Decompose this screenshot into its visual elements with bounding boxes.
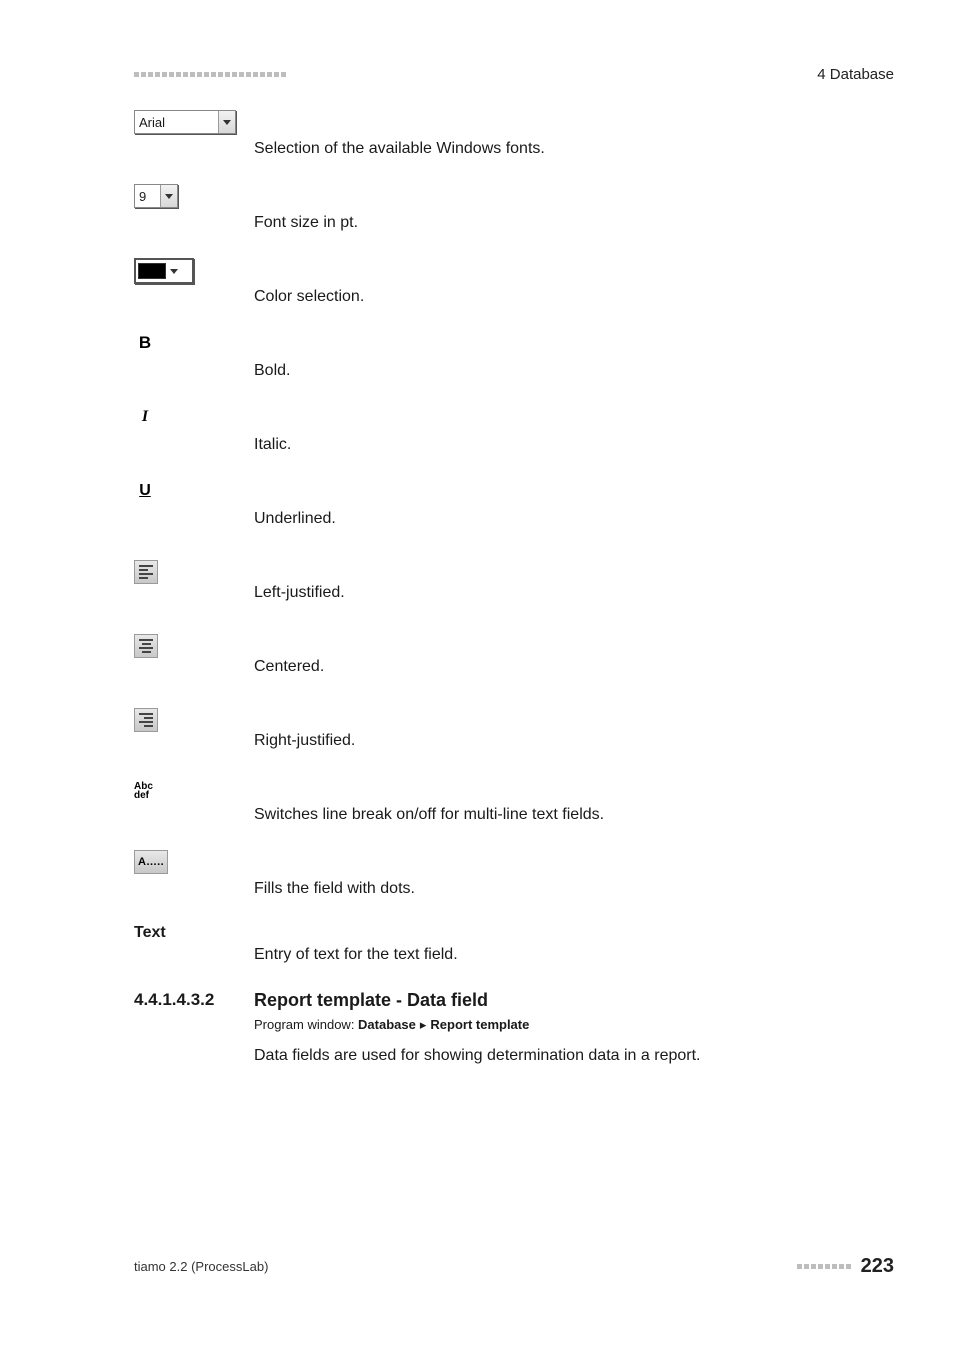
bold-icon: B — [139, 333, 151, 353]
bold-description: Bold. — [254, 332, 894, 380]
section-caption: Program window: Database▸Report template — [254, 1017, 894, 1033]
align-center-description: Centered. — [254, 628, 894, 676]
align-left-button[interactable] — [134, 560, 158, 584]
align-center-button[interactable] — [134, 634, 158, 658]
underline-icon: U — [139, 482, 151, 500]
text-field-description: Entry of text for the text field. — [254, 924, 894, 964]
text-field-label: Text — [134, 924, 166, 941]
dropdown-arrow-icon — [166, 260, 182, 282]
font-color-description: Color selection. — [254, 258, 894, 306]
fill-dots-icon: A..... — [138, 856, 164, 868]
section-number: 4.4.1.4.3.2 — [134, 990, 254, 1011]
color-swatch-icon — [138, 263, 166, 279]
font-size-dropdown[interactable]: 9 — [134, 184, 178, 208]
underline-description: Underlined. — [254, 480, 894, 528]
underline-button[interactable]: U — [134, 480, 156, 502]
align-center-icon — [139, 639, 153, 653]
chapter-title: 4 Database — [817, 66, 894, 83]
fill-dots-description: Fills the field with dots. — [254, 850, 894, 898]
line-break-toggle-button[interactable]: Abcdef — [134, 780, 153, 802]
footer-decoration-squares — [797, 1264, 853, 1269]
font-size-value: 9 — [139, 189, 160, 204]
dropdown-arrow-icon — [160, 185, 177, 207]
header-decoration-squares — [134, 72, 288, 77]
dropdown-arrow-icon — [218, 111, 235, 133]
align-right-description: Right-justified. — [254, 702, 894, 750]
font-family-description: Selection of the available Windows fonts… — [254, 110, 894, 158]
italic-icon: I — [142, 408, 148, 426]
font-family-value: Arial — [139, 115, 218, 130]
align-left-description: Left-justified. — [254, 554, 894, 602]
line-break-icon: Abcdef — [134, 782, 153, 800]
fill-dots-button[interactable]: A..... — [134, 850, 168, 874]
align-right-icon — [139, 713, 153, 727]
font-size-description: Font size in pt. — [254, 184, 894, 232]
line-break-description: Switches line break on/off for multi-lin… — [254, 776, 894, 824]
italic-button[interactable]: I — [134, 406, 156, 428]
align-left-icon — [139, 565, 153, 579]
page-number: 223 — [861, 1255, 894, 1278]
font-family-dropdown[interactable]: Arial — [134, 110, 236, 134]
footer-product: tiamo 2.2 (ProcessLab) — [134, 1259, 268, 1274]
italic-description: Italic. — [254, 406, 894, 454]
bold-button[interactable]: B — [134, 332, 156, 354]
font-color-dropdown[interactable] — [134, 258, 194, 284]
section-body: Data fields are used for showing determi… — [254, 1047, 894, 1065]
section-title: Report template - Data field — [254, 990, 488, 1011]
align-right-button[interactable] — [134, 708, 158, 732]
